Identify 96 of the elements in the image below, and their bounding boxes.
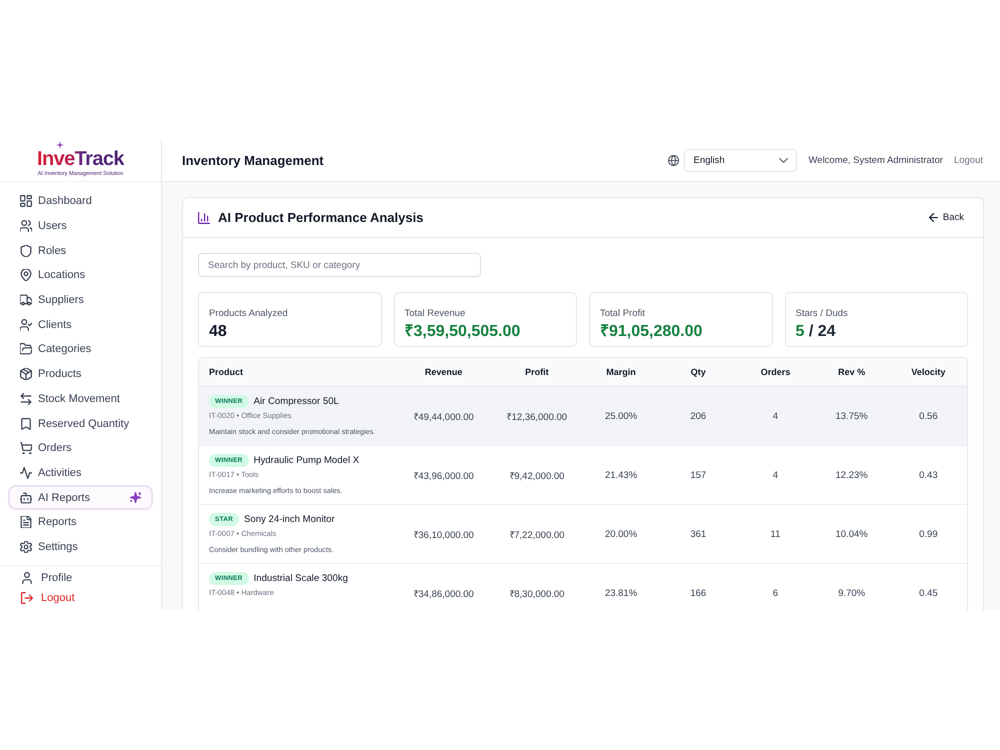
sidebar-item[interactable]: Categories <box>8 337 153 362</box>
sidebar-item[interactable]: Products <box>8 362 153 386</box>
stat-label: Products Analyzed <box>209 308 288 320</box>
margin-value: 25.00% <box>604 410 638 422</box>
margin-value: 21.43% <box>604 470 638 480</box>
column-header: Revenue <box>424 367 462 377</box>
map-pin-icon <box>20 269 32 282</box>
margin-value: 20.00% <box>604 528 638 540</box>
logo-wordmark: InveTrack <box>37 148 124 168</box>
velocity-value: 0.45 <box>919 588 938 598</box>
profit-value: ₹7,22,000.00 <box>509 530 564 540</box>
user-icon <box>21 572 33 584</box>
user-check-icon <box>20 318 32 331</box>
card-title: AI Product Performance Analysis <box>218 210 424 225</box>
robot-icon <box>20 492 32 504</box>
bar-chart-icon <box>198 212 210 224</box>
sidebar-item[interactable]: AI Reports <box>8 485 153 510</box>
sparkles-icon <box>130 492 141 504</box>
sidebar-item[interactable]: Users <box>8 214 153 238</box>
column-header: Qty <box>690 367 706 377</box>
logout-link[interactable]: Logout <box>954 155 983 166</box>
sidebar-item[interactable]: Clients <box>8 312 153 338</box>
truck-icon <box>20 294 32 306</box>
revenue-share-value: 12.23% <box>836 470 868 480</box>
orders-value: 11 <box>770 528 780 540</box>
sidebar-item[interactable]: Reserved Quantity <box>8 411 153 436</box>
logout-icon <box>21 592 33 604</box>
logout-link[interactable]: Logout <box>21 588 161 608</box>
swap-arrows-icon <box>20 392 32 405</box>
arrow-left-icon <box>928 213 938 222</box>
velocity-value: 0.43 <box>919 470 938 480</box>
revenue-share-value: 9.70% <box>838 588 866 598</box>
column-header: Margin <box>606 367 636 377</box>
revenue-share-value: 13.75% <box>836 410 868 422</box>
quantity-value: 206 <box>690 410 706 422</box>
box-icon <box>20 368 32 380</box>
sidebar-item[interactable]: Suppliers <box>8 288 153 312</box>
stat-label: Total Profit <box>600 308 645 320</box>
shield-icon <box>20 244 32 257</box>
orders-value: 6 <box>772 588 778 598</box>
revenue-value: ₹34,86,000.00 <box>413 588 474 600</box>
chevron-down-icon <box>779 156 788 165</box>
revenue-value: ₹43,96,000.00 <box>413 470 474 482</box>
bookmark-icon <box>20 418 32 430</box>
document-icon <box>20 516 32 528</box>
product-name: Industrial Scale 300kg <box>254 573 348 584</box>
profile-link[interactable]: Profile <box>21 568 161 588</box>
back-button[interactable]: Back <box>928 210 964 225</box>
stat-value: 48 <box>209 322 227 342</box>
product-name: Air Compressor 50L <box>254 396 339 407</box>
search-field[interactable]: Search by product, SKU or category <box>198 253 481 277</box>
orders-value: 4 <box>772 470 778 480</box>
stat-value: ₹91,05,280.00 <box>600 322 702 342</box>
stat-value: ₹3,59,50,505.00 <box>404 322 520 342</box>
sparkle-icon <box>56 140 64 148</box>
orders-value: 4 <box>772 410 778 422</box>
cart-icon <box>20 442 32 454</box>
globe-icon <box>668 155 680 166</box>
margin-value: 23.81% <box>604 588 638 598</box>
grid-icon <box>20 195 32 208</box>
velocity-value: 0.99 <box>919 528 938 540</box>
sidebar-item[interactable]: Reports <box>8 510 153 535</box>
profit-value: ₹9,42,000.00 <box>509 470 564 482</box>
quantity-value: 157 <box>690 470 706 480</box>
sidebar-item[interactable]: Orders <box>8 436 153 461</box>
stat-label: Total Revenue <box>404 308 466 320</box>
pulse-line-icon <box>20 466 32 479</box>
settings-icon <box>20 540 32 553</box>
velocity-value: 0.56 <box>919 410 938 422</box>
profit-value: ₹12,36,000.00 <box>506 412 568 422</box>
sidebar-item[interactable]: Roles <box>8 238 153 264</box>
column-header: Orders <box>760 367 790 377</box>
sidebar-item[interactable]: Activities <box>8 460 153 486</box>
revenue-value: ₹36,10,000.00 <box>413 530 474 540</box>
sidebar-item[interactable]: Dashboard <box>8 189 153 214</box>
stat-value: 5 / 24 <box>796 322 836 342</box>
welcome-text: Welcome, System Administrator <box>808 155 943 166</box>
users-icon <box>20 220 32 232</box>
quantity-value: 166 <box>690 588 706 598</box>
column-header: Profit <box>525 367 549 377</box>
product-name: Sony 24-inch Monitor <box>244 514 335 525</box>
sidebar-item[interactable]: Stock Movement <box>8 386 153 412</box>
revenue-value: ₹49,44,000.00 <box>413 412 474 422</box>
column-header: Velocity <box>911 367 946 377</box>
product-name: Hydraulic Pump Model X <box>254 455 360 466</box>
profit-value: ₹8,30,000.00 <box>509 588 564 600</box>
sidebar-item[interactable]: Locations <box>8 263 153 288</box>
column-header: Product <box>209 367 244 377</box>
folder-icon <box>20 343 32 356</box>
column-header: Rev % <box>838 367 866 377</box>
revenue-share-value: 10.04% <box>836 528 868 540</box>
page-title: Inventory Management <box>182 153 324 168</box>
sidebar-item[interactable]: Settings <box>8 534 153 560</box>
language-select[interactable]: English <box>684 149 798 172</box>
quantity-value: 361 <box>690 528 706 540</box>
stat-label: Stars / Duds <box>796 308 848 320</box>
